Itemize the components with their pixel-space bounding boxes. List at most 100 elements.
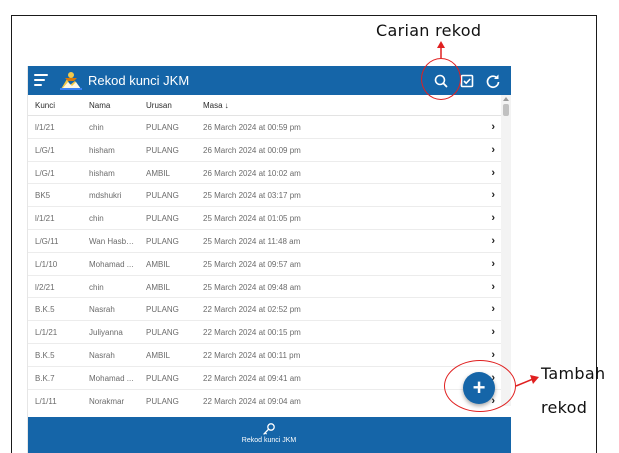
cell-kunci: L/1/11 [35,396,57,406]
menu-icon[interactable] [34,74,48,86]
cell-masa: 22 March 2024 at 09:41 am [203,373,301,383]
search-icon[interactable] [431,71,451,91]
header-nama[interactable]: Nama [89,101,110,110]
cell-kunci: L/G/1 [35,168,55,178]
cell-urusan: PULANG [146,396,179,406]
scrollbar[interactable] [501,95,511,406]
chevron-right-icon: › [491,257,495,270]
cell-kunci: l/2/21 [35,282,55,292]
cell-masa: 26 March 2024 at 00:59 pm [203,123,301,132]
cell-kunci: B.K.7 [35,373,55,383]
cell-kunci: L/G/11 [35,236,59,246]
cell-masa: 26 March 2024 at 10:02 am [203,168,301,178]
table-row[interactable]: L/G/11 Wan Hasbu... PULANG 25 March 2024 at… [27,230,501,253]
cell-nama: hisham [89,145,115,155]
cell-masa: 25 March 2024 at 03:17 pm [203,191,301,201]
table-row[interactable]: l/1/21 chin PULANG 25 March 2024 at 01:05 p… [27,207,501,230]
cell-urusan: PULANG [146,123,179,132]
chevron-right-icon: › [491,166,495,179]
add-record-button[interactable]: + [463,372,495,404]
cell-nama: chin [89,214,104,224]
header-kunci[interactable]: Kunci [35,101,55,110]
cell-nama: Norakmar [89,396,125,406]
plus-icon: + [472,375,486,400]
table-row[interactable]: B.K.5 Nasrah AMBIL 22 March 2024 at 00:11 p… [27,344,501,367]
cell-masa: 22 March 2024 at 00:15 pm [203,328,301,338]
cell-urusan: PULANG [146,145,179,155]
cell-nama: Wan Hasbu... [89,236,137,246]
header-urusan[interactable]: Urusan [146,101,172,110]
chevron-right-icon: › [491,189,495,202]
header-masa-label: Masa [203,101,223,110]
cell-urusan: AMBIL [146,259,171,269]
chevron-right-icon: › [491,212,495,225]
cell-masa: 26 March 2024 at 00:09 pm [203,145,301,155]
cell-nama: Mohamad ... [89,259,134,269]
scroll-up-arrow[interactable] [503,97,509,101]
header-masa[interactable]: Masa ↓ [203,101,229,110]
table-row[interactable]: B.K.7 Mohamad ... PULANG 22 March 2024 at 0… [27,367,501,390]
bottom-nav-bar: Rekod kunci JKM [27,417,511,453]
cell-masa: 25 March 2024 at 01:05 pm [203,214,301,224]
cell-urusan: PULANG [146,191,179,201]
chevron-right-icon: › [491,326,495,339]
cell-masa: 22 March 2024 at 02:52 pm [203,305,301,315]
cell-nama: hisham [89,168,115,178]
cell-masa: 25 March 2024 at 11:48 am [203,236,301,246]
app-logo [59,69,83,91]
refresh-icon[interactable] [483,71,503,91]
add-annotation-label-line2: rekod [541,398,588,417]
table-row[interactable]: L/1/10 Mohamad ... AMBIL 25 March 2024 at 0… [27,253,501,276]
table-row[interactable]: L/1/11 Norakmar PULANG 22 March 2024 at 09:… [27,390,501,406]
cell-nama: Nasrah [89,305,115,315]
cell-masa: 25 March 2024 at 09:57 am [203,259,301,269]
cell-urusan: PULANG [146,214,179,224]
record-list: l/1/21 chin PULANG 26 March 2024 at 00:59 p… [27,116,501,406]
table-row[interactable]: BK5 mdshukri PULANG 25 March 2024 at 03:17 … [27,184,501,208]
scroll-thumb[interactable] [503,104,509,116]
cell-masa: 22 March 2024 at 09:04 am [203,396,301,406]
cell-kunci: L/G/1 [35,145,55,155]
app-bar: Rekod kunci JKM [27,66,511,95]
cell-urusan: PULANG [146,328,179,338]
cell-nama: chin [89,282,104,292]
cell-urusan: PULANG [146,236,179,246]
table-row[interactable]: L/G/1 hisham PULANG 26 March 2024 at 00:09 … [27,139,501,162]
cell-kunci: L/1/21 [35,328,58,338]
cell-kunci: l/1/21 [35,214,55,224]
cell-kunci: B.K.5 [35,305,55,315]
cell-urusan: PULANG [146,305,179,315]
app-title: Rekod kunci JKM [88,73,190,88]
cell-kunci: B.K.5 [35,350,55,360]
cell-nama: Mohamad ... [89,373,134,383]
table-row[interactable]: l/1/21 chin PULANG 26 March 2024 at 00:59 p… [27,116,501,139]
cell-nama: chin [89,123,104,132]
chevron-right-icon: › [491,348,495,361]
cell-masa: 22 March 2024 at 00:11 pm [203,350,301,360]
cell-nama: Nasrah [89,350,115,360]
cell-urusan: AMBIL [146,168,171,178]
key-icon [263,423,275,435]
cell-urusan: AMBIL [146,350,171,360]
cell-masa: 25 March 2024 at 09:48 am [203,282,301,292]
chevron-right-icon: › [491,280,495,293]
cell-kunci: L/1/10 [35,259,58,269]
add-annotation-label-line1: Tambah [541,364,606,383]
cell-nama: mdshukri [89,191,122,201]
table-row[interactable]: L/G/1 hisham AMBIL 26 March 2024 at 10:02 a… [27,162,501,185]
chevron-right-icon: › [491,121,495,133]
checkbox-icon[interactable] [457,71,477,91]
sort-down-icon: ↓ [224,101,229,110]
search-annotation-label: Carian rekod [376,21,482,40]
table-row[interactable]: l/2/21 chin AMBIL 25 March 2024 at 09:48 am… [27,276,501,299]
app-window: Rekod kunci JKM Kunci Nama Urusan Masa ↓ … [27,66,511,453]
table-row[interactable]: B.K.5 Nasrah PULANG 22 March 2024 at 02:52 … [27,298,501,322]
bottom-nav-rekod-kunci[interactable]: Rekod kunci JKM [233,420,305,450]
cell-urusan: PULANG [146,373,179,383]
table-header: Kunci Nama Urusan Masa ↓ [27,95,501,116]
table-row[interactable]: L/1/21 Juliyanna PULANG 22 March 2024 at 00… [27,321,501,344]
chevron-right-icon: › [491,234,495,247]
cell-nama: Juliyanna [89,328,123,338]
chevron-right-icon: › [491,143,495,156]
bottom-nav-label: Rekod kunci JKM [241,437,297,444]
